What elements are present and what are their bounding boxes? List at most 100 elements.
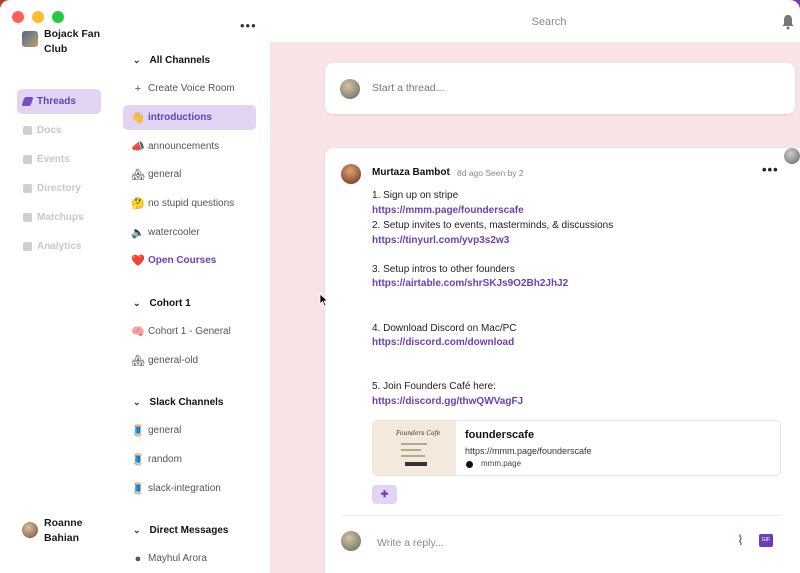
create-voice-room-button[interactable]: + Create Voice Room	[123, 76, 256, 101]
titlebar: Search	[0, 0, 800, 42]
author-name[interactable]: Murtaza Bambot	[372, 167, 450, 178]
channel-label: general	[148, 425, 182, 436]
thread-icon: 🧵	[131, 425, 145, 437]
site-favicon-icon	[466, 461, 473, 468]
thread-icon: 🧵	[131, 483, 145, 495]
megaphone-icon: 📣	[131, 141, 145, 153]
rail-item-threads[interactable]: Threads	[17, 89, 101, 114]
rail-item-label: Threads	[37, 96, 76, 107]
channel-list: ••• ⌄ All Channels + Create Voice Room 👋…	[113, 0, 270, 573]
channel-random[interactable]: 🧵 random	[123, 447, 256, 472]
section-label: All Channels	[149, 55, 211, 66]
avatar	[341, 531, 361, 551]
thinking-icon: 🤔	[131, 198, 145, 210]
channel-cohort-1-general[interactable]: 🧠 Cohort 1 - General	[123, 319, 256, 344]
rail-item-label: Analytics	[37, 241, 82, 252]
post-link[interactable]: https://airtable.com/shrSKJs9O2Bh2JhJ2	[372, 278, 568, 289]
divider	[341, 515, 781, 516]
channel-general[interactable]: 🏘 general	[123, 162, 256, 187]
avatar	[784, 148, 800, 164]
channel-label: announcements	[148, 141, 220, 152]
post-line: 2. Setup invites to events, masterminds,…	[372, 220, 614, 231]
rail-item-analytics[interactable]: Analytics	[17, 234, 101, 259]
chevron-down-icon: ⌄	[133, 525, 141, 535]
houses-icon: 🏘	[131, 169, 145, 181]
mouse-cursor-icon	[319, 293, 329, 307]
thumbnail-title: Founders Cafe	[396, 430, 441, 437]
matchups-icon	[23, 213, 32, 222]
section-label: Cohort 1	[149, 298, 191, 309]
app-window: Bojack Fan Club Threads Docs Events Dire…	[0, 0, 800, 573]
channel-label: general-old	[148, 355, 199, 366]
channel-label: introductions	[148, 112, 212, 123]
rail-item-docs[interactable]: Docs	[17, 118, 101, 143]
quill-icon	[21, 97, 34, 106]
thread-composer[interactable]: Start a thread...	[325, 63, 795, 114]
section-direct-messages[interactable]: ⌄ Direct Messages	[133, 525, 228, 536]
channel-slack-integration[interactable]: 🧵 slack-integration	[123, 476, 256, 501]
channel-announcements[interactable]: 📣 announcements	[123, 134, 256, 159]
section-all-channels[interactable]: ⌄ All Channels	[133, 55, 210, 66]
search-input[interactable]: Search	[325, 11, 773, 33]
preview-site: mmm.page	[481, 459, 522, 468]
channel-slack-general[interactable]: 🧵 general	[123, 418, 256, 443]
post-meta: 8d ago Seen by 2	[457, 168, 524, 178]
preview-url: https://mmm.page/founderscafe	[465, 446, 592, 456]
post-link[interactable]: https://mmm.page/founderscafe	[372, 205, 524, 216]
channel-no-stupid-questions[interactable]: 🤔 no stupid questions	[123, 191, 256, 216]
chevron-down-icon: ⌄	[133, 55, 141, 65]
user-name: Roanne Bahian	[44, 517, 83, 544]
rail-item-matchups[interactable]: Matchups	[17, 205, 101, 230]
current-user[interactable]: Roanne Bahian	[22, 516, 104, 546]
section-cohort-1[interactable]: ⌄ Cohort 1	[133, 298, 191, 309]
channel-label: Mayhul Arora	[148, 553, 207, 564]
wave-icon: 👋	[131, 112, 145, 124]
rail-item-events[interactable]: Events	[17, 147, 101, 172]
reply-input[interactable]: Write a reply...	[377, 537, 444, 549]
post-link[interactable]: https://discord.com/download	[372, 337, 514, 348]
rail-item-directory[interactable]: Directory	[17, 176, 101, 201]
thumbnail-button	[405, 462, 427, 466]
plus-icon: +	[134, 82, 142, 95]
gif-button[interactable]: GIF	[759, 534, 773, 547]
chevron-down-icon: ⌄	[133, 298, 141, 308]
avatar: ●	[134, 552, 142, 565]
section-label: Direct Messages	[149, 525, 229, 536]
rail-item-label: Docs	[37, 125, 62, 136]
channel-label: Create Voice Room	[148, 83, 235, 94]
post-line: 4. Download Discord on Mac/PC	[372, 323, 517, 334]
post-link[interactable]: https://discord.gg/thwQWVagFJ	[372, 396, 523, 407]
thumbnail-line	[401, 443, 427, 445]
paperclip-icon[interactable]: ⌇	[737, 532, 744, 549]
left-rail: Bojack Fan Club Threads Docs Events Dire…	[0, 0, 113, 573]
channel-open-courses[interactable]: ❤️ Open Courses	[123, 248, 256, 273]
link-preview-card[interactable]: Founders Cafe founderscafe https://mmm.p…	[372, 420, 781, 476]
brain-icon: 🧠	[131, 326, 145, 338]
bell-icon[interactable]	[781, 14, 795, 30]
post-link[interactable]: https://tinyurl.com/yvp3s2w3	[372, 235, 509, 246]
section-slack-channels[interactable]: ⌄ Slack Channels	[133, 397, 223, 408]
thread-input[interactable]: Start a thread...	[372, 82, 444, 94]
channel-introductions[interactable]: 👋 introductions	[123, 105, 256, 130]
more-options-icon[interactable]: •••	[762, 162, 779, 177]
section-label: Slack Channels	[149, 397, 224, 408]
dm-mayhul-arora[interactable]: ● Mayhul Arora	[123, 546, 256, 571]
preview-thumbnail: Founders Cafe	[373, 421, 456, 475]
analytics-icon	[23, 242, 32, 251]
minimize-window-button[interactable]	[32, 11, 44, 23]
channel-watercooler[interactable]: 🔈 watercooler	[123, 220, 256, 245]
thread-post: Murtaza Bambot 8d ago Seen by 2 ••• 1. S…	[325, 148, 800, 573]
add-reaction-button[interactable]: ✚	[372, 485, 397, 504]
channel-label: Open Courses	[148, 255, 217, 266]
channel-general-old[interactable]: 🏘 general-old	[123, 348, 256, 373]
reaction-icon: ✚	[380, 489, 389, 499]
heart-icon: ❤️	[131, 255, 145, 267]
close-window-button[interactable]	[12, 11, 24, 23]
channel-label: general	[148, 169, 182, 180]
channel-label: slack-integration	[148, 483, 221, 494]
maximize-window-button[interactable]	[52, 11, 64, 23]
doc-icon	[23, 126, 32, 135]
avatar	[22, 522, 38, 538]
thumbnail-line	[401, 455, 425, 457]
preview-title: founderscafe	[465, 429, 535, 441]
